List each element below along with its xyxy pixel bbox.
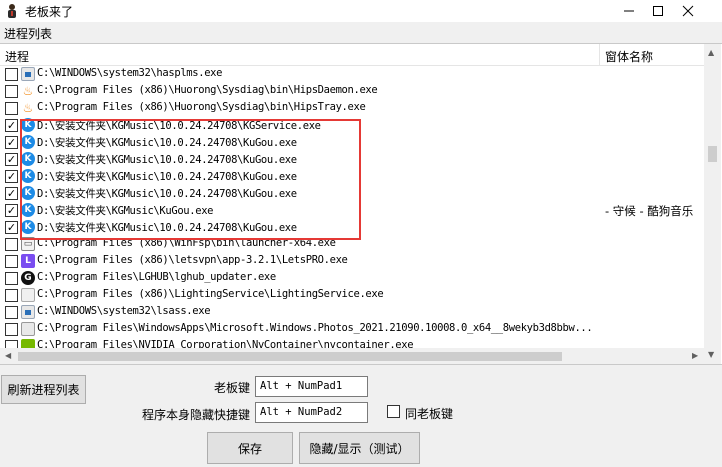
kugou-icon: K: [21, 135, 35, 149]
process-path: C:\Program Files (x86)\LightingService\L…: [37, 288, 384, 300]
process-checkbox[interactable]: [5, 323, 18, 336]
generic-exe-icon: [21, 305, 35, 319]
horizontal-scrollbar[interactable]: ◀ ▶: [0, 348, 704, 364]
app-icon: [4, 3, 20, 19]
same-as-boss-key-checkbox[interactable]: [387, 405, 400, 418]
process-checkbox[interactable]: [5, 238, 18, 251]
process-path: C:\WINDOWS\system32\hasplms.exe: [37, 67, 223, 79]
nvidia-icon: [21, 339, 35, 348]
column-header-process[interactable]: 进程: [0, 44, 600, 66]
process-path: C:\Program Files\NVIDIA Corporation\NvCo…: [37, 339, 414, 348]
process-path: C:\Program Files\WindowsApps\Microsoft.W…: [37, 322, 593, 334]
process-checkbox[interactable]: [5, 340, 18, 348]
process-row[interactable]: C:\WINDOWS\system32\hasplms.exe: [0, 66, 704, 83]
kugou-icon: K: [21, 118, 35, 132]
scroll-up-icon[interactable]: ▲: [708, 48, 714, 57]
process-checkbox[interactable]: [5, 289, 18, 302]
vertical-scrollbar[interactable]: ▲ ▼: [704, 44, 721, 364]
process-list[interactable]: 进程 窗体名称 C:\WINDOWS\system32\hasplms.exe ♨…: [0, 43, 722, 365]
process-checkbox[interactable]: ✓: [5, 204, 18, 217]
column-header-window-title[interactable]: 窗体名称: [601, 44, 704, 66]
same-as-boss-key-label: 同老板键: [405, 407, 454, 421]
maximize-button[interactable]: [641, 0, 675, 22]
title-bar: 老板来了: [0, 0, 722, 22]
kugou-icon: K: [21, 169, 35, 183]
process-path: C:\Program Files\LGHUB\lghub_updater.exe: [37, 271, 276, 283]
process-checkbox[interactable]: ✓: [5, 221, 18, 234]
process-path: C:\Program Files (x86)\letsvpn\app-3.2.1…: [37, 254, 348, 266]
process-checkbox[interactable]: [5, 255, 18, 268]
process-path: D:\安装文件夹\KGMusic\10.0.24.24708\KuGou.exe: [37, 137, 297, 149]
scroll-down-icon[interactable]: ▼: [708, 350, 714, 359]
process-row[interactable]: ✓ K D:\安装文件夹\KGMusic\KuGou.exe - 守候 - 酷狗音乐: [0, 202, 704, 219]
process-row[interactable]: ✓ K D:\安装文件夹\KGMusic\10.0.24.24708\KuGou.e…: [0, 219, 704, 236]
process-checkbox[interactable]: [5, 68, 18, 81]
huorong-icon: ♨: [21, 84, 35, 98]
self-hide-hotkey-input[interactable]: Alt + NumPad2: [255, 402, 368, 423]
process-row[interactable]: L C:\Program Files (x86)\letsvpn\app-3.2.…: [0, 253, 704, 270]
process-window-title: - 守候 - 酷狗音乐: [605, 204, 694, 218]
process-row[interactable]: C:\WINDOWS\system32\lsass.exe: [0, 304, 704, 321]
process-row[interactable]: ✓ K D:\安装文件夹\KGMusic\10.0.24.24708\KGServi…: [0, 117, 704, 134]
process-checkbox[interactable]: [5, 272, 18, 285]
process-checkbox[interactable]: [5, 85, 18, 98]
kugou-icon: K: [21, 203, 35, 217]
toggle-hide-show-button[interactable]: 隐藏/显示（测试）: [299, 432, 420, 464]
process-path: C:\WINDOWS\system32\lsass.exe: [37, 305, 211, 317]
scroll-left-icon[interactable]: ◀: [5, 351, 11, 360]
process-checkbox[interactable]: ✓: [5, 136, 18, 149]
process-row[interactable]: G C:\Program Files\LGHUB\lghub_updater.ex…: [0, 270, 704, 287]
process-list-group-label: 进程列表: [4, 27, 53, 41]
kugou-icon: K: [21, 186, 35, 200]
letsvpn-icon: L: [21, 254, 35, 268]
process-row[interactable]: C:\Program Files\WindowsApps\Microsoft.W…: [0, 321, 704, 338]
process-path: D:\安装文件夹\KGMusic\10.0.24.24708\KGService…: [37, 120, 321, 132]
self-hide-hotkey-label: 程序本身隐藏快捷键: [141, 408, 250, 422]
huorong-icon: ♨: [21, 101, 35, 115]
generic-exe-icon: [21, 67, 35, 81]
scroll-right-icon[interactable]: ▶: [692, 351, 698, 360]
process-path: D:\安装文件夹\KGMusic\10.0.24.24708\KuGou.exe: [37, 222, 297, 234]
process-rows: C:\WINDOWS\system32\hasplms.exe ♨ C:\Progr…: [0, 66, 704, 348]
kugou-icon: K: [21, 152, 35, 166]
winfsp-icon: ▭: [21, 237, 35, 251]
process-path: C:\Program Files (x86)\WinFsp\bin\launch…: [37, 237, 336, 249]
kugou-icon: K: [21, 220, 35, 234]
process-checkbox[interactable]: ✓: [5, 170, 18, 183]
close-button[interactable]: [671, 0, 705, 22]
process-checkbox[interactable]: [5, 306, 18, 319]
process-row[interactable]: ♨ C:\Program Files (x86)\Huorong\Sysdiag\…: [0, 100, 704, 117]
window-title: 老板来了: [25, 5, 74, 19]
refresh-process-list-button[interactable]: 刷新进程列表: [1, 375, 86, 404]
process-row[interactable]: ✓ K D:\安装文件夹\KGMusic\10.0.24.24708\KuGou.e…: [0, 185, 704, 202]
horizontal-scroll-thumb[interactable]: [18, 352, 562, 361]
lighting-service-icon: [21, 288, 35, 302]
column-header: 进程 窗体名称: [0, 44, 704, 66]
process-path: D:\安装文件夹\KGMusic\10.0.24.24708\KuGou.exe: [37, 154, 297, 166]
process-row[interactable]: ✓ K D:\安装文件夹\KGMusic\10.0.24.24708\KuGou.e…: [0, 134, 704, 151]
process-row[interactable]: ▭ C:\Program Files (x86)\WinFsp\bin\launc…: [0, 236, 704, 253]
process-path: D:\安装文件夹\KGMusic\10.0.24.24708\KuGou.exe: [37, 171, 297, 183]
process-checkbox[interactable]: ✓: [5, 187, 18, 200]
boss-key-input[interactable]: Alt + NumPad1: [255, 376, 368, 397]
boss-key-label: 老板键: [213, 381, 250, 395]
save-button[interactable]: 保存: [207, 432, 293, 464]
process-checkbox[interactable]: ✓: [5, 119, 18, 132]
photos-icon: [21, 322, 35, 336]
process-path: C:\Program Files (x86)\Huorong\Sysdiag\b…: [37, 84, 378, 96]
process-row[interactable]: ♨ C:\Program Files (x86)\Huorong\Sysdiag\…: [0, 83, 704, 100]
process-path: C:\Program Files (x86)\Huorong\Sysdiag\b…: [37, 101, 366, 113]
process-checkbox[interactable]: ✓: [5, 153, 18, 166]
lghub-icon: G: [21, 271, 35, 285]
process-path: D:\安装文件夹\KGMusic\10.0.24.24708\KuGou.exe: [37, 188, 297, 200]
process-row[interactable]: C:\Program Files (x86)\LightingService\L…: [0, 287, 704, 304]
vertical-scroll-thumb[interactable]: [708, 146, 717, 162]
process-path: D:\安装文件夹\KGMusic\KuGou.exe: [37, 205, 214, 217]
process-row[interactable]: C:\Program Files\NVIDIA Corporation\NvCo…: [0, 338, 704, 348]
process-row[interactable]: ✓ K D:\安装文件夹\KGMusic\10.0.24.24708\KuGou.e…: [0, 151, 704, 168]
process-checkbox[interactable]: [5, 102, 18, 115]
process-row[interactable]: ✓ K D:\安装文件夹\KGMusic\10.0.24.24708\KuGou.e…: [0, 168, 704, 185]
